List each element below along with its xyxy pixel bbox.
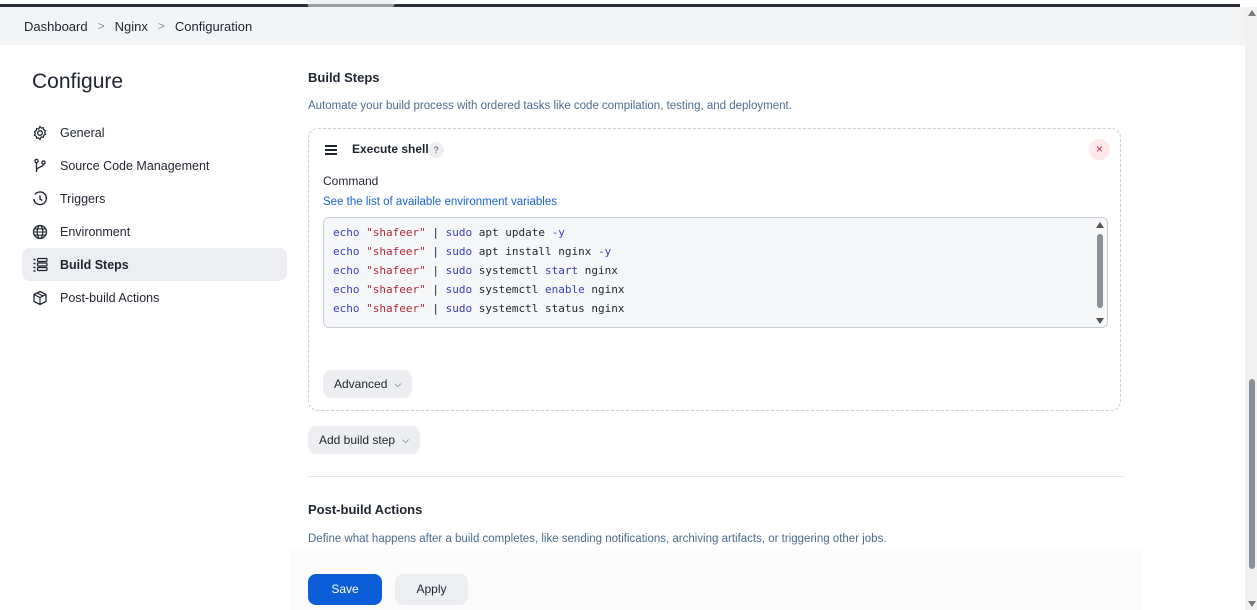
section-divider: [308, 476, 1123, 477]
add-build-step-label: Add build step: [319, 433, 396, 447]
sidebar-item-label: Source Code Management: [60, 158, 210, 173]
sidebar-item-label: Environment: [60, 224, 131, 239]
scroll-down-icon[interactable]: [1096, 318, 1104, 324]
sidebar-item-source-code-management[interactable]: Source Code Management: [22, 149, 287, 182]
build-steps-heading: Build Steps: [308, 70, 380, 85]
gear-icon: [32, 124, 48, 141]
sidebar-nav: General Source Code Management Triggers …: [22, 116, 287, 314]
clock-icon: [32, 190, 48, 207]
code-line: echo "shafeer" | sudo apt update -y: [333, 226, 565, 239]
post-build-description: Define what happens after a build comple…: [308, 533, 887, 545]
command-textarea[interactable]: echo "shafeer" | sudo apt update -y echo …: [323, 217, 1108, 328]
page-scrollbar[interactable]: [1245, 7, 1257, 610]
sidebar-item-label: General: [60, 125, 105, 140]
step-title: Execute shell: [352, 142, 429, 156]
breadcrumb: Dashboard > Nginx > Configuration: [0, 7, 1245, 45]
code-scrollbar[interactable]: [1095, 220, 1105, 324]
scroll-thumb[interactable]: [1097, 234, 1103, 308]
close-icon[interactable]: ×: [1089, 139, 1110, 160]
sidebar-item-environment[interactable]: Environment: [22, 215, 287, 248]
advanced-label: Advanced: [334, 377, 388, 391]
sidebar-title: Configure: [32, 70, 124, 93]
code-line: echo "shafeer" | sudo apt install nginx …: [333, 245, 612, 258]
add-build-step-button[interactable]: Add build step ⌵: [308, 426, 420, 454]
apply-button[interactable]: Apply: [395, 574, 468, 605]
sidebar-item-general[interactable]: General: [22, 116, 287, 149]
sidebar-item-label: Build Steps: [60, 257, 129, 272]
scroll-up-icon[interactable]: [1248, 10, 1256, 16]
sidebar-item-label: Triggers: [60, 191, 106, 206]
package-icon: [32, 290, 48, 306]
code-line: echo "shafeer" | sudo systemctl start ng…: [333, 264, 618, 277]
globe-icon: [32, 224, 48, 240]
breadcrumb-configuration[interactable]: Configuration: [175, 19, 252, 34]
sidebar-item-label: Post-build Actions: [60, 290, 160, 305]
list-icon: [32, 257, 48, 273]
env-variables-link[interactable]: See the list of available environment va…: [323, 196, 557, 208]
save-button[interactable]: Save: [308, 574, 382, 605]
breadcrumb-nginx[interactable]: Nginx: [115, 19, 148, 34]
execute-shell-step: Execute shell ? × Command See the list o…: [308, 128, 1121, 411]
advanced-button[interactable]: Advanced ⌵: [323, 370, 413, 398]
branch-icon: [32, 158, 48, 174]
scroll-thumb[interactable]: [1249, 379, 1255, 569]
chevron-down-icon: ⌵: [394, 378, 402, 389]
command-label: Command: [323, 174, 379, 188]
scroll-down-icon[interactable]: [1248, 601, 1256, 607]
sidebar-item-triggers[interactable]: Triggers: [22, 182, 287, 215]
drag-handle-icon[interactable]: [325, 145, 337, 155]
build-steps-description: Automate your build process with ordered…: [308, 100, 792, 112]
scroll-up-icon[interactable]: [1096, 222, 1104, 228]
help-icon[interactable]: ?: [428, 142, 444, 158]
sidebar-item-build-steps[interactable]: Build Steps: [22, 248, 287, 281]
breadcrumb-separator-icon: >: [157, 19, 165, 33]
chevron-down-icon: ⌵: [402, 434, 409, 445]
post-build-heading: Post-build Actions: [308, 502, 423, 517]
breadcrumb-separator-icon: >: [97, 19, 105, 33]
sidebar-item-post-build-actions[interactable]: Post-build Actions: [22, 281, 287, 314]
breadcrumb-dashboard[interactable]: Dashboard: [24, 19, 88, 34]
code-line: echo "shafeer" | sudo systemctl enable n…: [333, 283, 625, 296]
code-line: echo "shafeer" | sudo systemctl status n…: [333, 302, 625, 315]
